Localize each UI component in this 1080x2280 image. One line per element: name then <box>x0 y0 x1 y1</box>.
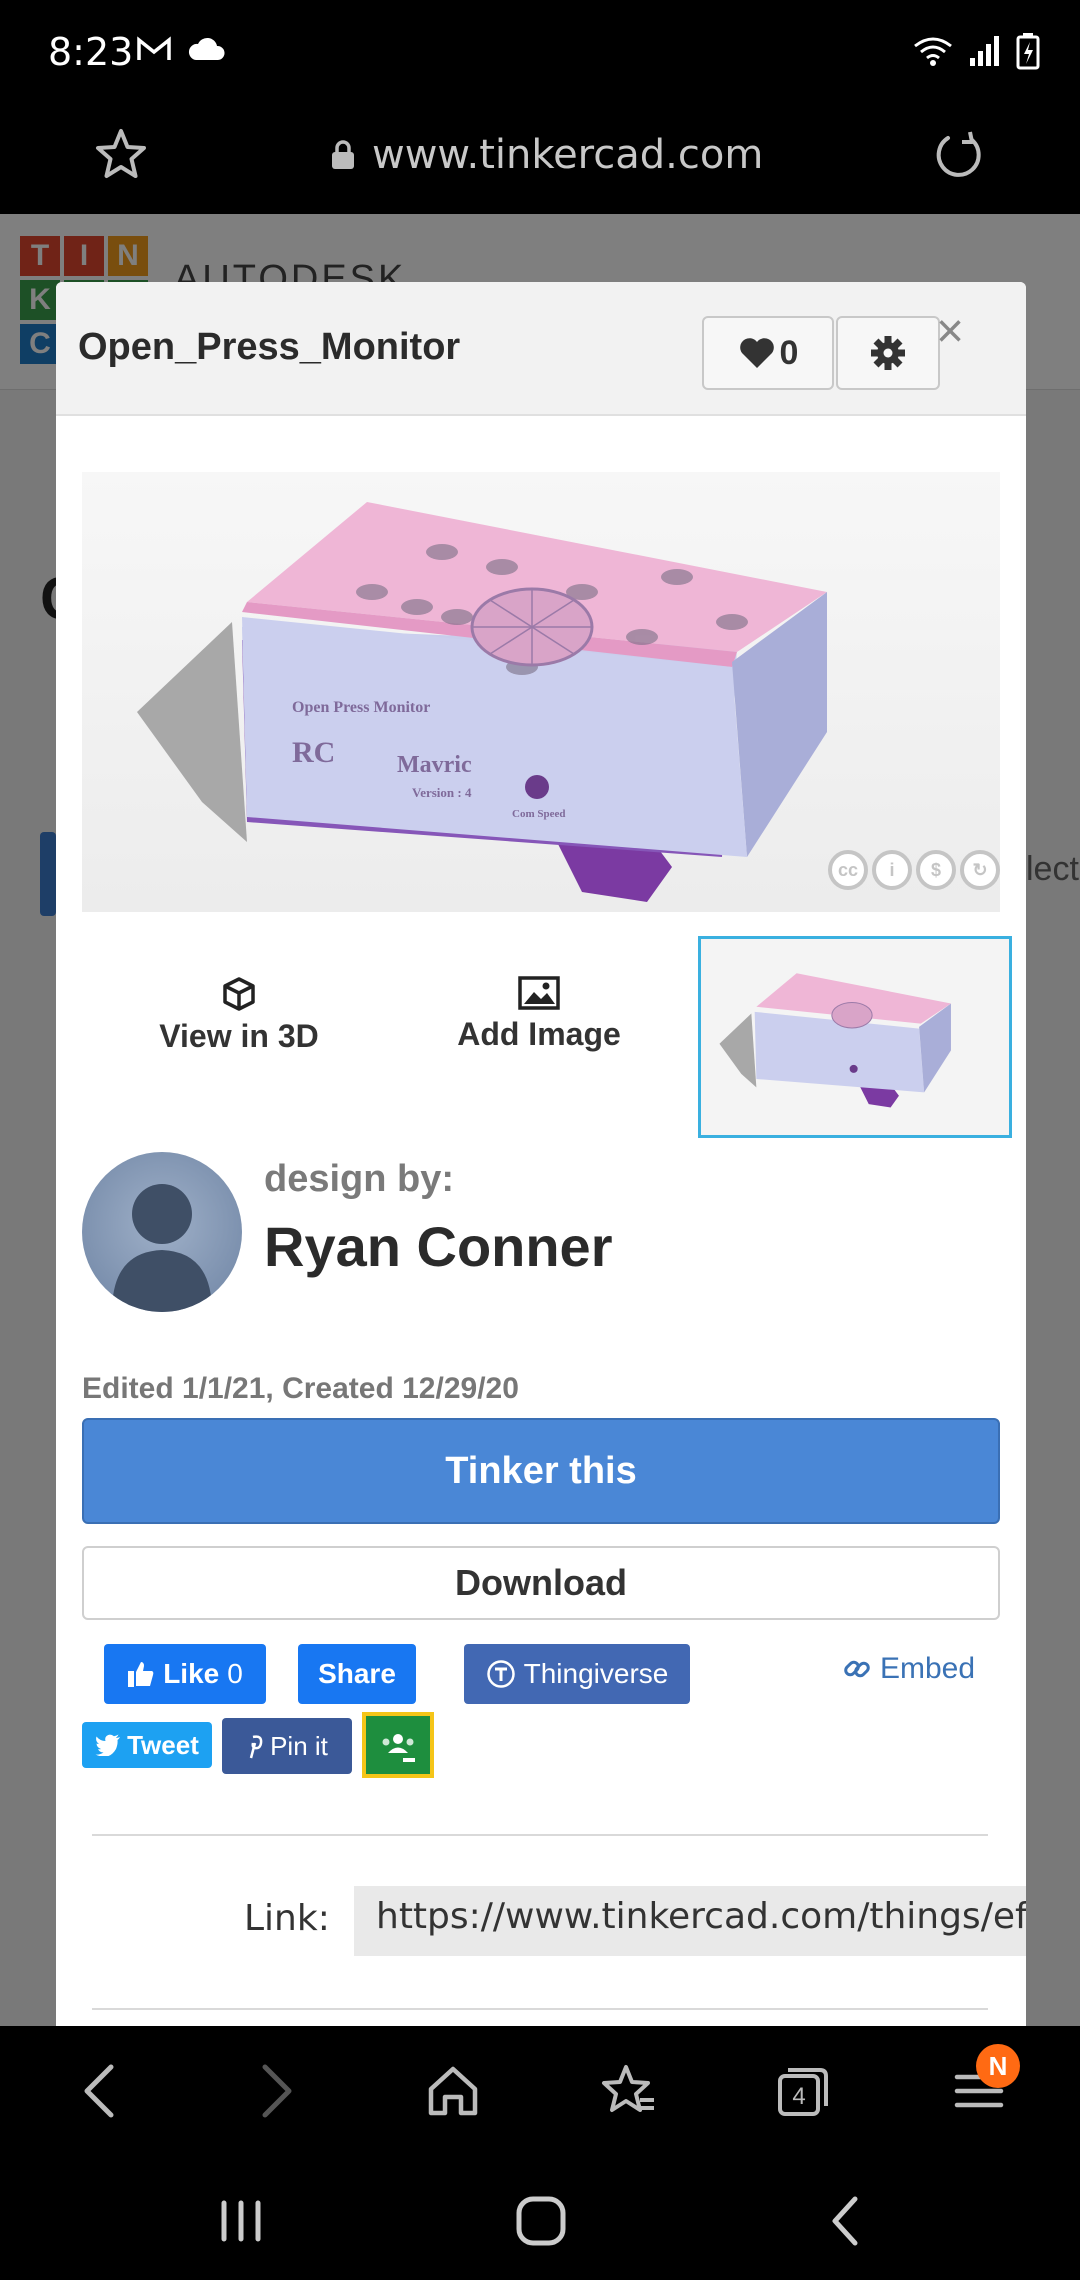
enclosure-render: Open Press Monitor RC Mavric Version : 4… <box>137 502 827 902</box>
attribution-icon: i <box>872 850 912 890</box>
pinterest-button[interactable]: Pin it <box>222 1718 352 1774</box>
gmail-icon <box>137 36 171 60</box>
classroom-icon <box>375 1724 421 1766</box>
facebook-share-button[interactable]: Share <box>298 1644 416 1704</box>
url-text: www.tinkercad.com <box>372 132 764 178</box>
noncommercial-icon: $ <box>916 850 956 890</box>
model-text-title: Open Press Monitor <box>292 699 430 716</box>
modal-header: Open_Press_Monitor 0 × <box>56 282 1026 416</box>
back-icon[interactable] <box>64 2056 134 2126</box>
thingiverse-label: Thingiverse <box>523 1658 669 1689</box>
close-icon[interactable]: × <box>936 308 964 356</box>
battery-icon <box>1016 33 1040 70</box>
heart-icon <box>739 338 774 368</box>
view-in-3d-label: View in 3D <box>159 1018 319 1054</box>
designer-name[interactable]: Ryan Conner <box>264 1214 613 1279</box>
avatar[interactable] <box>82 1152 242 1312</box>
model-text-rc: RC <box>292 736 335 769</box>
home-button-icon[interactable] <box>506 2186 576 2256</box>
default-user-icon <box>112 1184 212 1312</box>
edit-dates: Edited 1/1/21, Created 12/29/20 <box>82 1372 519 1405</box>
license-badges[interactable]: cc i $ ↻ <box>828 850 1000 890</box>
model-text-mavric: Mavric <box>397 752 472 778</box>
like-count: 0 <box>779 333 799 372</box>
system-back-icon[interactable] <box>810 2186 880 2256</box>
cube-icon <box>223 977 255 1011</box>
bookmark-star-icon[interactable] <box>92 126 150 189</box>
thumbs-up-icon <box>128 1662 154 1687</box>
thingiverse-button[interactable]: Thingiverse <box>464 1644 690 1704</box>
wifi-icon <box>914 37 952 66</box>
pinterest-icon <box>249 1735 263 1759</box>
embed-label: Embed <box>880 1652 976 1685</box>
share-link-field[interactable]: https://www.tinkercad.com/things/efo0 <box>354 1886 1026 1956</box>
like-button[interactable]: 0 <box>702 316 834 390</box>
tabs-count: 4 <box>792 2083 805 2110</box>
status-bar: 8:23 <box>0 0 1080 104</box>
facebook-like-button[interactable]: Like 0 <box>104 1644 266 1704</box>
link-label: Link: <box>244 1898 330 1939</box>
forward-icon[interactable] <box>242 2056 312 2126</box>
facebook-like-count: 0 <box>227 1658 243 1689</box>
design-by-label: design by: <box>264 1158 455 1200</box>
menu-notification-badge: N <box>976 2044 1020 2088</box>
signal-icon <box>970 36 999 66</box>
recent-apps-icon[interactable] <box>206 2186 276 2256</box>
gear-icon <box>871 336 905 370</box>
embed-link[interactable]: Embed <box>842 1652 975 1686</box>
bookmarks-icon[interactable] <box>594 2056 664 2126</box>
settings-button[interactable] <box>836 316 940 390</box>
image-icon <box>518 976 560 1010</box>
lock-icon <box>332 140 354 169</box>
home-icon[interactable] <box>418 2056 488 2126</box>
status-system-icons <box>912 32 1040 70</box>
status-time: 8:23 <box>48 30 134 74</box>
add-image-button[interactable]: Add Image <box>434 976 644 1053</box>
screen: 8:23 www.tinkercad.com T I N <box>0 0 1080 2280</box>
divider <box>92 2008 988 2010</box>
google-classroom-button[interactable] <box>362 1712 434 1778</box>
divider <box>92 1834 988 1836</box>
url-field[interactable]: www.tinkercad.com <box>330 132 763 178</box>
preview-thumbnail[interactable] <box>698 936 1012 1138</box>
thingiverse-icon <box>486 1660 515 1688</box>
add-image-label: Add Image <box>457 1016 621 1052</box>
sharealike-icon: ↻ <box>960 850 1000 890</box>
preview-actions: View in 3D Add Image <box>82 936 1012 1138</box>
status-notification-icons <box>136 34 226 64</box>
modal-title: Open_Press_Monitor <box>78 326 461 368</box>
design-modal: Open_Press_Monitor 0 × Open Press Monito… <box>56 282 1026 2026</box>
pin-label: Pin it <box>270 1730 328 1761</box>
tabs-icon[interactable]: 4 <box>768 2056 838 2126</box>
designer-info: design by: Ryan Conner <box>82 1152 1000 1322</box>
system-nav-bar <box>0 2156 1080 2280</box>
tinker-this-button[interactable]: Tinker this <box>82 1418 1000 1524</box>
reload-icon[interactable] <box>930 126 988 189</box>
tweet-button[interactable]: Tweet <box>82 1722 212 1768</box>
link-icon <box>844 1660 870 1678</box>
model-text-version: Version : 4 <box>412 785 472 800</box>
model-text-port: Com Speed <box>512 808 565 820</box>
download-button[interactable]: Download <box>82 1546 1000 1620</box>
browser-toolbar: 4 <box>0 2026 1080 2156</box>
design-preview-image[interactable]: Open Press Monitor RC Mavric Version : 4… <box>82 472 1000 912</box>
like-label: Like <box>163 1658 220 1689</box>
cc-icon: cc <box>828 850 868 890</box>
view-in-3d-button[interactable]: View in 3D <box>134 976 344 1055</box>
tweet-label: Tweet <box>127 1729 199 1760</box>
twitter-bird-icon <box>95 1734 121 1756</box>
browser-address-bar: www.tinkercad.com <box>0 104 1080 214</box>
cloud-icon <box>188 37 225 60</box>
